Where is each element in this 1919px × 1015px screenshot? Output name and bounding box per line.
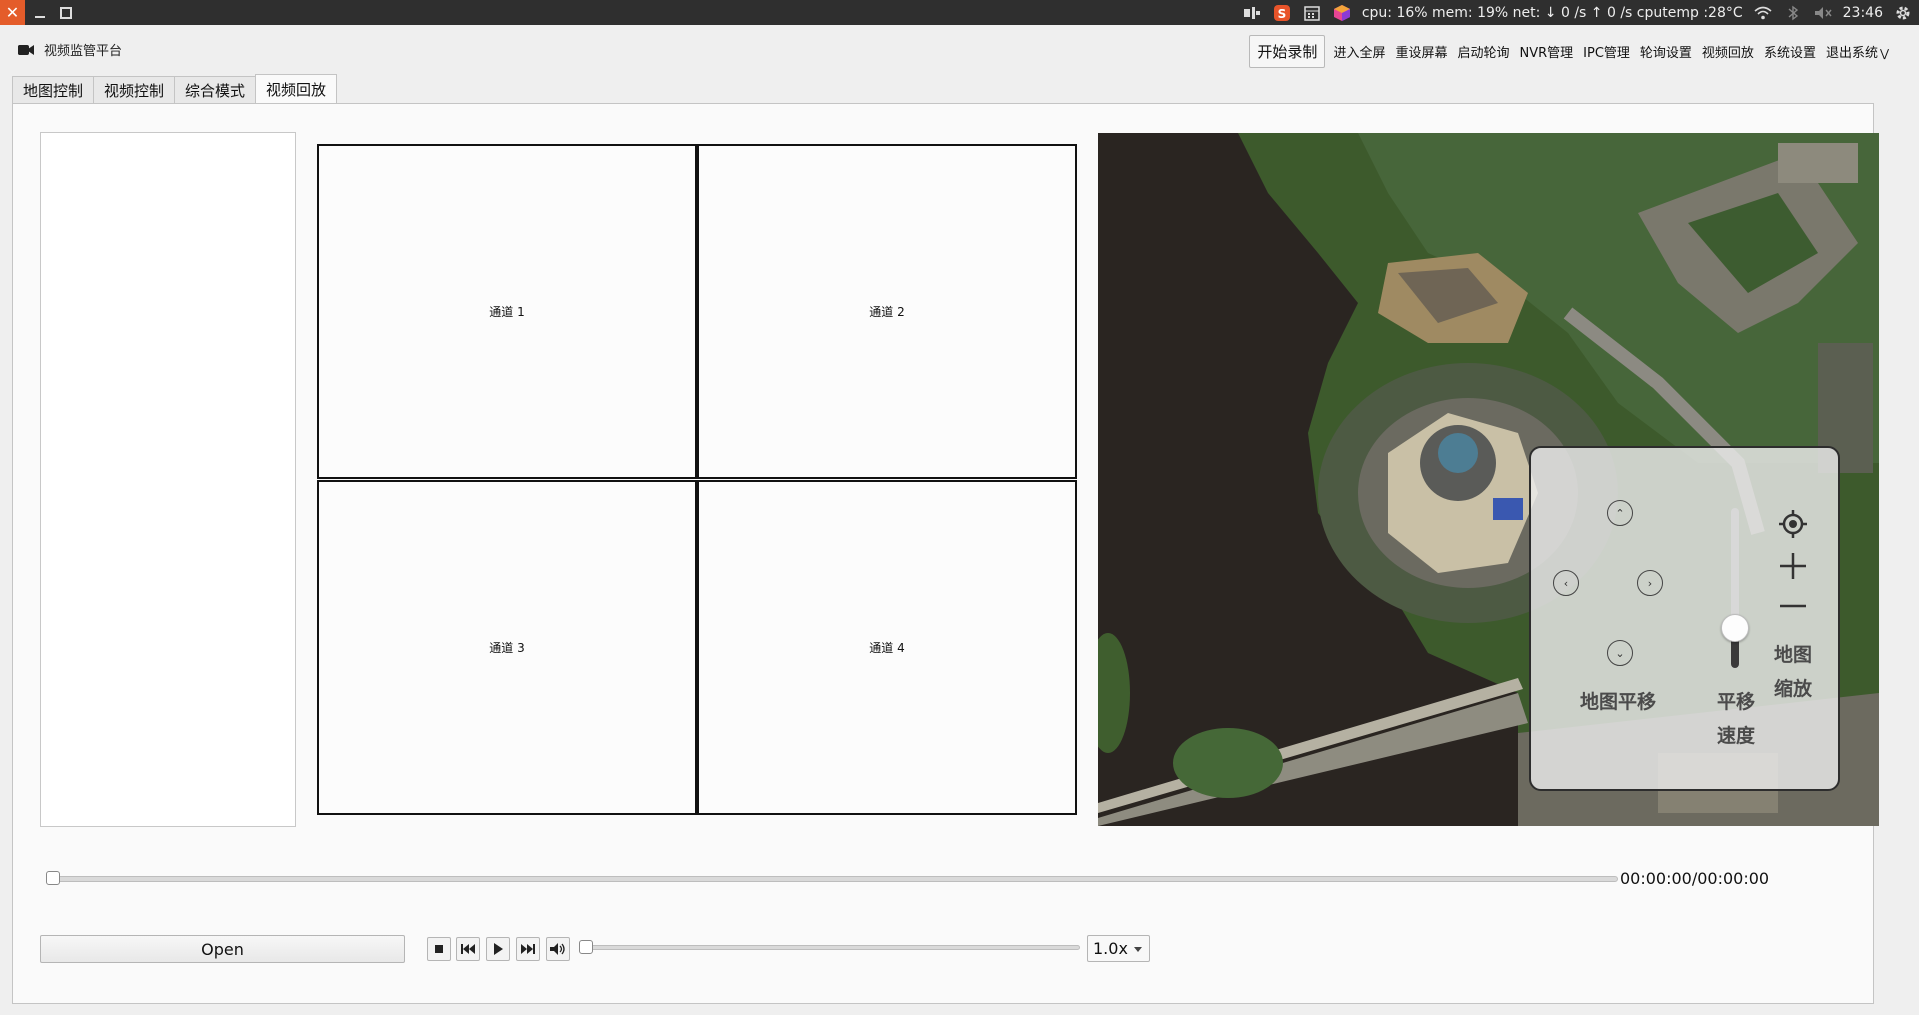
locate-button[interactable] — [1775, 506, 1811, 542]
volume-muted-icon[interactable] — [1813, 4, 1833, 22]
play-icon — [494, 943, 503, 955]
playback-time: 00:00:00/00:00:00 — [1620, 869, 1770, 888]
tray-app-icon[interactable] — [1242, 4, 1262, 22]
start-recording-button[interactable]: 开始录制 — [1249, 34, 1326, 68]
next-button[interactable] — [516, 937, 540, 961]
dropdown-arrow-icon — [1134, 947, 1142, 952]
chevron-up-icon: ⌃ — [1615, 506, 1625, 520]
pan-speed-handle[interactable] — [1721, 614, 1749, 642]
top-menu: 开始录制 进入全屏 重设屏幕 启动轮询 NVR管理 IPC管理 轮询设置 视频回… — [1249, 34, 1891, 68]
channel-label: 通道 4 — [869, 641, 905, 655]
channel-label: 通道 2 — [869, 305, 905, 319]
plus-icon — [1780, 553, 1806, 579]
channel-label: 通道 1 — [489, 305, 525, 319]
video-grid: 通道 1 通道 2 通道 3 通道 4 — [317, 144, 1077, 815]
previous-button[interactable] — [456, 937, 480, 961]
menu-start-polling[interactable]: 启动轮询 — [1455, 42, 1511, 61]
video-channel-1[interactable]: 通道 1 — [317, 144, 697, 479]
speed-value: 1.0x — [1093, 939, 1128, 958]
pan-left-button[interactable]: ‹ — [1553, 570, 1579, 596]
minimize-icon[interactable] — [30, 0, 50, 25]
zoom-out-button[interactable] — [1775, 588, 1811, 624]
playback-speed-select[interactable]: 1.0x — [1087, 935, 1150, 962]
speed-label-1: 平移 — [1716, 691, 1755, 713]
menu-video-playback[interactable]: 视频回放 — [1700, 42, 1756, 61]
menu-exit-system[interactable]: 退出系统 ⋁ — [1824, 42, 1891, 61]
tab-video-playback[interactable]: 视频回放 — [255, 74, 338, 103]
menu-nvr-manage[interactable]: NVR管理 — [1517, 42, 1575, 61]
skip-back-icon — [461, 944, 475, 954]
open-button[interactable]: Open — [40, 935, 405, 963]
seek-handle[interactable] — [46, 871, 60, 885]
stop-button[interactable] — [427, 937, 451, 961]
pan-down-button[interactable]: ⌄ — [1607, 640, 1633, 666]
video-channel-3[interactable]: 通道 3 — [317, 480, 697, 815]
maximize-icon[interactable] — [56, 0, 76, 25]
menu-exit-label: 退出系统 — [1825, 45, 1878, 61]
map-control-panel: ⌃ ‹ › ⌄ 地图平移 平移 速度 地图 缩放 — [1529, 446, 1840, 791]
camera-icon — [18, 44, 34, 56]
system-bar: ✕ S cpu: 16% mem: 19% net: ↓ 0 /s ↑ 0 /s… — [0, 0, 1919, 25]
playback-seek-slider[interactable] — [48, 876, 1618, 882]
tab-combined-mode[interactable]: 综合模式 — [174, 76, 257, 103]
chevron-right-icon: › — [1647, 576, 1653, 590]
zoom-in-button[interactable] — [1775, 548, 1811, 584]
menu-polling-settings[interactable]: 轮询设置 — [1638, 42, 1694, 61]
volume-handle[interactable] — [579, 940, 593, 954]
app-title: 视频监管平台 — [44, 44, 123, 59]
file-list[interactable] — [40, 132, 296, 827]
menu-system-settings[interactable]: 系统设置 — [1762, 42, 1818, 61]
pan-up-button[interactable]: ⌃ — [1607, 500, 1633, 526]
menu-fullscreen[interactable]: 进入全屏 — [1331, 42, 1387, 61]
play-button[interactable] — [486, 937, 510, 961]
speed-label-2: 速度 — [1716, 725, 1755, 747]
wifi-icon[interactable] — [1753, 4, 1773, 22]
app-title-bar: 视频监管平台 — [18, 40, 122, 59]
menu-reset-screen[interactable]: 重设屏幕 — [1393, 42, 1449, 61]
mute-button[interactable] — [546, 937, 570, 961]
chevron-down-icon: ⌄ — [1615, 646, 1625, 660]
volume-icon — [550, 943, 565, 955]
bluetooth-icon[interactable] — [1783, 4, 1803, 22]
svg-text:S: S — [1278, 7, 1287, 21]
chevron-down-icon: ⋁ — [1879, 46, 1889, 60]
gear-icon[interactable] — [1893, 4, 1913, 22]
minus-icon — [1780, 604, 1806, 608]
pan-right-button[interactable]: › — [1637, 570, 1663, 596]
video-channel-4[interactable]: 通道 4 — [697, 480, 1077, 815]
main-tabs: 地图控制 视频控制 综合模式 视频回放 — [12, 74, 338, 104]
tab-map-control[interactable]: 地图控制 — [12, 76, 95, 103]
volume-slider[interactable] — [590, 945, 1080, 950]
menu-ipc-manage[interactable]: IPC管理 — [1581, 42, 1632, 61]
video-channel-2[interactable]: 通道 2 — [697, 144, 1077, 479]
zoom-label-2: 缩放 — [1773, 678, 1812, 700]
calendar-icon[interactable] — [1302, 4, 1322, 22]
zoom-label-1: 地图 — [1773, 644, 1812, 666]
close-icon[interactable]: ✕ — [0, 0, 25, 25]
tab-video-control[interactable]: 视频控制 — [93, 76, 176, 103]
system-stats: cpu: 16% mem: 19% net: ↓ 0 /s ↑ 0 /s cpu… — [1361, 4, 1743, 21]
app-cube-icon[interactable] — [1332, 4, 1352, 22]
sogou-input-icon[interactable]: S — [1272, 4, 1292, 22]
stop-icon — [435, 945, 443, 953]
clock: 23:46 — [1842, 4, 1883, 21]
skip-forward-icon — [521, 944, 535, 954]
crosshair-icon — [1779, 510, 1807, 538]
channel-label: 通道 3 — [489, 641, 525, 655]
chevron-left-icon: ‹ — [1563, 576, 1569, 590]
pan-label: 地图平移 — [1579, 691, 1656, 713]
